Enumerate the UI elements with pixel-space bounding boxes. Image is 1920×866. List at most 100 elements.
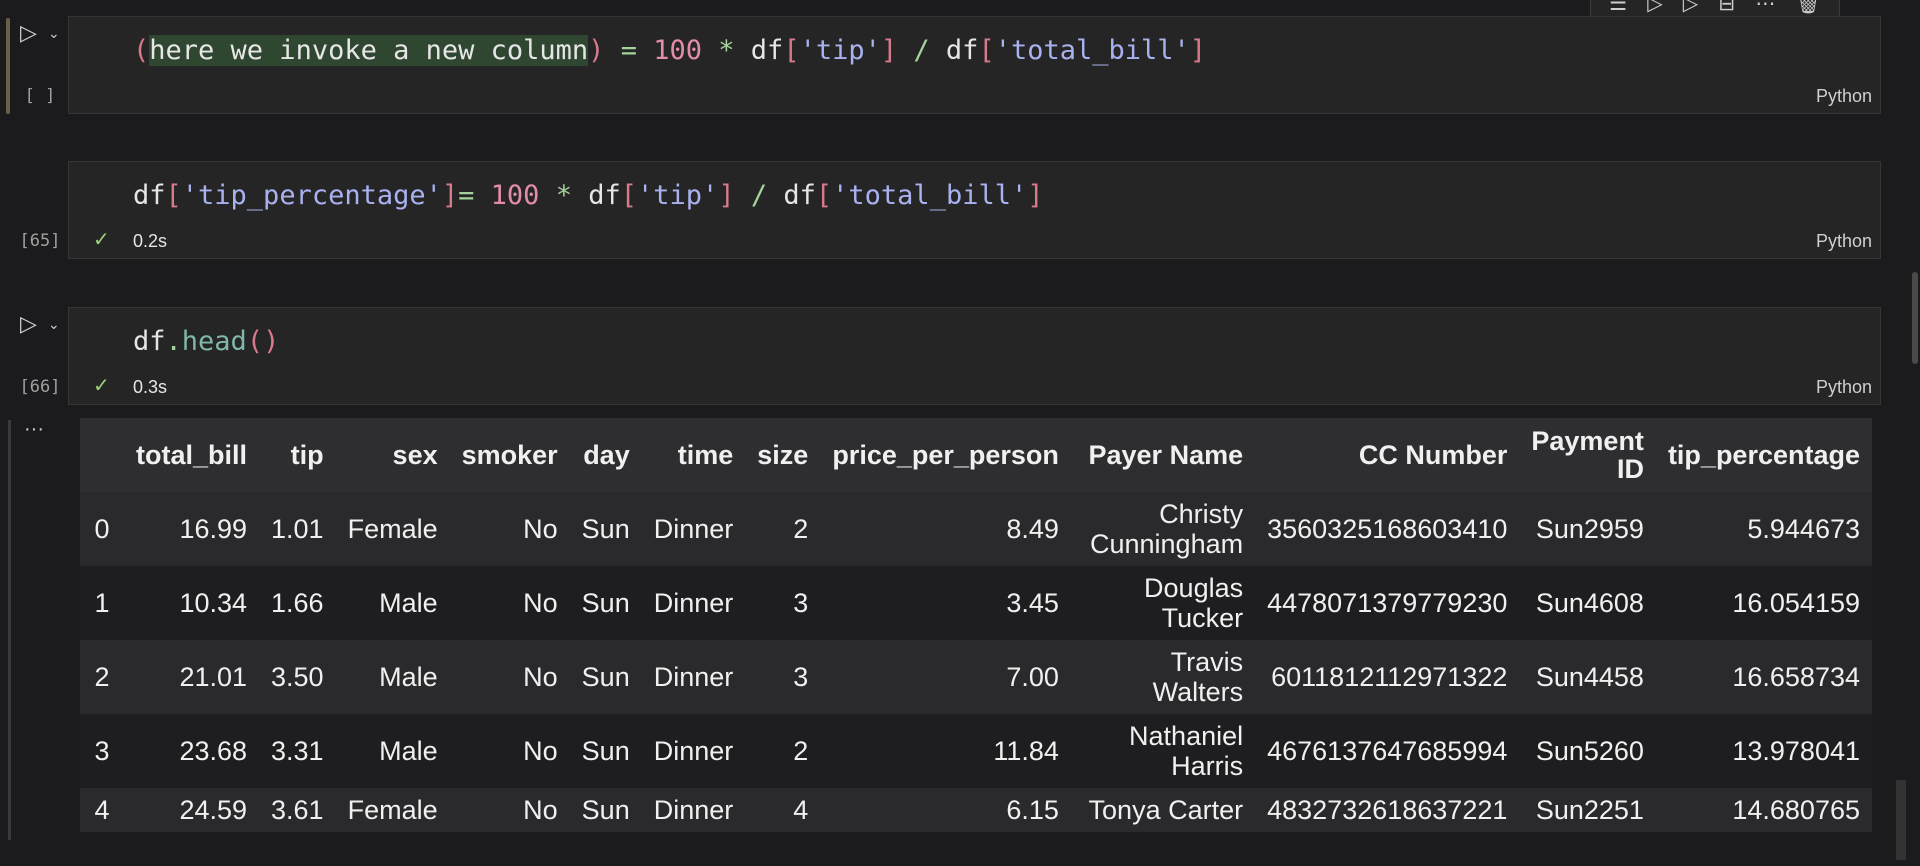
row-index: 2 <box>80 640 124 714</box>
table-cell: 3.61 <box>259 788 336 832</box>
code-editor[interactable]: df.head() <box>133 326 279 357</box>
chevron-down-icon[interactable]: ⌄ <box>48 26 60 40</box>
table-cell: 10.34 <box>124 566 260 640</box>
output-more-icon[interactable]: ··· <box>24 418 44 441</box>
table-cell: 16.658734 <box>1655 640 1872 714</box>
execution-duration: 0.3s <box>133 377 168 397</box>
table-cell: Sun4608 <box>1519 566 1656 640</box>
table-cell: 7.00 <box>820 640 1071 714</box>
table-cell: 3 <box>745 640 821 714</box>
table-row: 2 21.01 3.50 Male No Sun Dinner 3 7.00 Travis Wal… <box>80 640 1872 714</box>
execute-above-icon[interactable]: ▷ <box>1647 0 1662 14</box>
code-cell[interactable]: df['tip_percentage']= 100 * df['tip'] / … <box>68 161 1881 259</box>
row-index: 1 <box>80 566 124 640</box>
table-cell: 4478071379779230 <box>1255 566 1520 640</box>
table-cell: Sun <box>569 492 642 566</box>
table-cell: No <box>449 714 570 788</box>
table-cell: 1.01 <box>259 492 336 566</box>
chevron-down-icon[interactable]: ⌄ <box>48 317 60 331</box>
table-cell: 3 <box>745 566 821 640</box>
run-cell-icon[interactable]: ▷ <box>20 313 37 335</box>
column-header: time <box>641 418 746 492</box>
table-cell: Dinner <box>641 788 746 832</box>
language-label[interactable]: Python <box>1816 86 1872 107</box>
table-cell: 5.944673 <box>1655 492 1872 566</box>
table-row: 0 16.99 1.01 Female No Sun Dinner 2 8.49 Christy … <box>80 492 1872 566</box>
run-cell-icon[interactable]: ▷ <box>20 22 37 44</box>
output-scrollbar[interactable] <box>1896 780 1906 860</box>
table-cell: Dinner <box>641 492 746 566</box>
table-cell: Sun <box>569 788 642 832</box>
table-cell: Sun <box>569 714 642 788</box>
dataframe-output: total_bill tip sex smoker day time size price_p… <box>80 418 1872 832</box>
split-cell-icon[interactable]: ⊟ <box>1718 0 1735 14</box>
scrollbar-thumb[interactable] <box>1912 272 1918 364</box>
table-cell: 3.31 <box>259 714 336 788</box>
execution-count: [ ] <box>24 86 56 106</box>
table-cell: 3560325168603410 <box>1255 492 1520 566</box>
column-header: sex <box>335 418 450 492</box>
table-cell: 4832732618637221 <box>1255 788 1520 832</box>
column-header <box>80 418 124 492</box>
table-cell: 3.45 <box>820 566 1071 640</box>
column-header: size <box>745 418 821 492</box>
table-cell: No <box>449 566 570 640</box>
table-cell: No <box>449 492 570 566</box>
table-cell: 13.978041 <box>1655 714 1872 788</box>
table-cell: 2 <box>745 492 821 566</box>
table-cell: Female <box>335 788 450 832</box>
column-header: tip_percentage <box>1655 418 1872 492</box>
table-cell: Douglas Tucker <box>1070 566 1256 640</box>
table-cell: Dinner <box>641 714 746 788</box>
table-cell: 16.054159 <box>1655 566 1872 640</box>
selected-text: here we invoke a new column <box>149 35 589 66</box>
table-cell: Sun2251 <box>1519 788 1656 832</box>
run-by-line-icon[interactable]: ☰ <box>1609 0 1627 14</box>
row-index: 4 <box>80 788 124 832</box>
table-cell: Sun5260 <box>1519 714 1656 788</box>
column-header: Payer Name <box>1070 418 1256 492</box>
column-header: CC Number <box>1255 418 1520 492</box>
column-header: Payment ID <box>1519 418 1656 492</box>
execute-below-icon[interactable]: ▷ <box>1683 0 1698 14</box>
output-collapse-bar[interactable] <box>8 420 11 840</box>
table-cell: Sun <box>569 566 642 640</box>
row-index: 0 <box>80 492 124 566</box>
table-cell: Nathaniel Harris <box>1070 714 1256 788</box>
table-row: 4 24.59 3.61 Female No Sun Dinner 4 6.15 Tonya Ca… <box>80 788 1872 832</box>
table-cell: No <box>449 788 570 832</box>
table-cell: 24.59 <box>124 788 260 832</box>
table-cell: Tonya Carter <box>1070 788 1256 832</box>
execution-count: [65] <box>19 231 61 251</box>
table-cell: 6.15 <box>820 788 1071 832</box>
table-cell: 6011812112971322 <box>1255 640 1520 714</box>
table-cell: Male <box>335 714 450 788</box>
execution-count: [66] <box>19 377 61 397</box>
table-cell: 2 <box>745 714 821 788</box>
table-cell: Male <box>335 566 450 640</box>
table-cell: 11.84 <box>820 714 1071 788</box>
table-cell: 1.66 <box>259 566 336 640</box>
table-cell: No <box>449 640 570 714</box>
code-cell[interactable]: (here we invoke a new column) = 100 * df… <box>68 16 1881 114</box>
more-icon[interactable]: ⋯ <box>1755 0 1775 14</box>
table-cell: Christy Cunningham <box>1070 492 1256 566</box>
column-header: day <box>569 418 642 492</box>
code-editor[interactable]: df['tip_percentage']= 100 * df['tip'] / … <box>133 180 1044 211</box>
execution-duration: 0.2s <box>133 231 168 251</box>
column-header: price_per_person <box>820 418 1071 492</box>
column-header: total_bill <box>124 418 260 492</box>
code-cell[interactable]: df.head() ✓ 0.3s Python <box>68 307 1881 405</box>
dataframe-table: total_bill tip sex smoker day time size price_p… <box>80 418 1872 832</box>
language-label[interactable]: Python <box>1816 377 1872 398</box>
table-cell: 4 <box>745 788 821 832</box>
table-header-row: total_bill tip sex smoker day time size price_p… <box>80 418 1872 492</box>
delete-icon[interactable]: 🗑 <box>1796 0 1821 14</box>
table-cell: 23.68 <box>124 714 260 788</box>
table-cell: Sun <box>569 640 642 714</box>
success-check-icon: ✓ <box>93 375 110 397</box>
row-index: 3 <box>80 714 124 788</box>
code-editor[interactable]: (here we invoke a new column) = 100 * df… <box>133 35 1206 66</box>
language-label[interactable]: Python <box>1816 231 1872 252</box>
table-cell: Dinner <box>641 640 746 714</box>
